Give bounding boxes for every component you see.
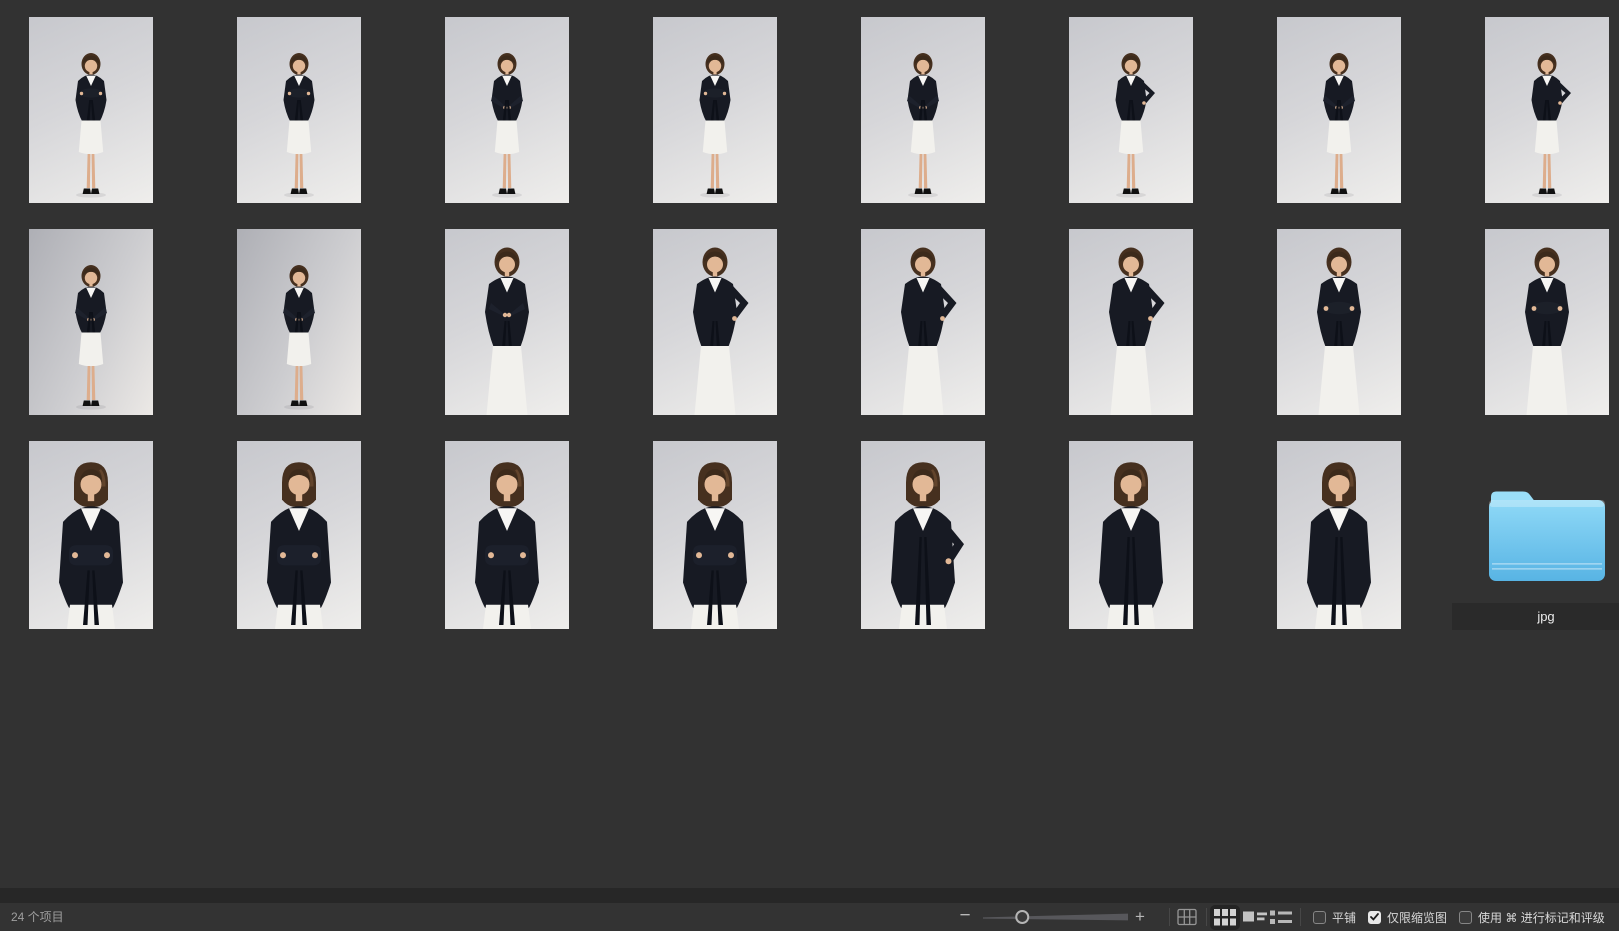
photo-thumbnail[interactable]	[1069, 441, 1193, 629]
photo-thumbnail[interactable]	[445, 441, 569, 629]
cmd-tagging-option[interactable]: 使用 ⌘ 进行标记和评级	[1459, 909, 1605, 926]
divider	[1169, 908, 1170, 926]
cmd-tagging-checkbox[interactable]	[1459, 911, 1472, 924]
portrait-photo	[445, 229, 569, 415]
zoom-in-button[interactable]: +	[1129, 903, 1151, 931]
list-view-icon	[1270, 909, 1293, 926]
slider-track[interactable]	[983, 914, 1128, 921]
photo-browser-window: jpg 24 个项目 − +	[0, 0, 1619, 931]
portrait-photo	[1069, 229, 1193, 415]
tile-checkbox[interactable]	[1313, 911, 1326, 924]
folder-name-label: jpg	[1537, 609, 1554, 624]
portrait-photo	[1277, 441, 1401, 629]
photo-thumbnail[interactable]	[1277, 229, 1401, 415]
portrait-photo	[1485, 229, 1609, 415]
portrait-photo	[861, 17, 985, 203]
photo-thumbnail[interactable]	[445, 229, 569, 415]
portrait-photo	[237, 229, 361, 415]
portrait-photo	[653, 17, 777, 203]
bottom-scroll-strip[interactable]	[0, 888, 1619, 903]
thumbnails-only-option[interactable]: 仅限缩览图	[1368, 909, 1447, 926]
cmd-tagging-checkbox-label[interactable]: 使用 ⌘ 进行标记和评级	[1478, 909, 1605, 926]
folder-item-jpg[interactable]: jpg	[1452, 441, 1619, 631]
table-view-button[interactable]	[1177, 907, 1199, 927]
item-count-label: 24 个项目	[11, 903, 64, 931]
portrait-photo	[1069, 441, 1193, 629]
thumbnails-view-button[interactable]	[1210, 905, 1240, 930]
thumbnails-only-checkbox[interactable]	[1368, 911, 1381, 924]
photo-thumbnail[interactable]	[29, 17, 153, 203]
portrait-photo	[1069, 17, 1193, 203]
table-grid-view-icon	[1177, 908, 1197, 926]
thumbnail-size-slider[interactable]	[983, 909, 1128, 925]
portrait-photo	[445, 17, 569, 203]
photo-thumbnail[interactable]	[1485, 229, 1609, 415]
portrait-photo	[653, 229, 777, 415]
option-checkboxes: 平铺 仅限缩览图 使用 ⌘ 进行标记和评级	[1313, 903, 1605, 931]
zoom-out-button[interactable]: −	[954, 903, 976, 931]
details-view-button[interactable]	[1243, 907, 1269, 927]
portrait-photo	[29, 229, 153, 415]
thumbnails-only-checkbox-label[interactable]: 仅限缩览图	[1387, 909, 1447, 926]
thumbnail-grid: jpg	[0, 0, 1619, 888]
photo-thumbnail[interactable]	[861, 17, 985, 203]
photo-thumbnail[interactable]	[29, 229, 153, 415]
portrait-photo	[653, 441, 777, 629]
portrait-photo	[861, 229, 985, 415]
photo-thumbnail[interactable]	[861, 229, 985, 415]
portrait-photo	[861, 441, 985, 629]
tile-checkbox-label[interactable]: 平铺	[1332, 909, 1356, 926]
folder-icon	[1487, 487, 1607, 583]
portrait-photo	[1277, 229, 1401, 415]
portrait-photo	[29, 17, 153, 203]
portrait-photo	[29, 441, 153, 629]
photo-thumbnail[interactable]	[861, 441, 985, 629]
photo-thumbnail[interactable]	[1069, 229, 1193, 415]
photo-thumbnail[interactable]	[653, 229, 777, 415]
status-bar: 24 个项目 − +	[0, 903, 1619, 931]
portrait-photo	[445, 441, 569, 629]
photo-thumbnail[interactable]	[237, 17, 361, 203]
photo-thumbnail[interactable]	[653, 441, 777, 629]
tile-option[interactable]: 平铺	[1313, 909, 1356, 926]
photo-thumbnail[interactable]	[1277, 441, 1401, 629]
divider	[1206, 908, 1207, 926]
folder-label-bar: jpg	[1452, 603, 1619, 630]
thumbnail-grid-view-icon	[1214, 909, 1236, 926]
list-view-button[interactable]	[1270, 907, 1294, 927]
photo-thumbnail[interactable]	[1485, 17, 1609, 203]
portrait-photo	[1485, 17, 1609, 203]
photo-thumbnail[interactable]	[237, 441, 361, 629]
portrait-photo	[237, 441, 361, 629]
photo-thumbnail[interactable]	[29, 441, 153, 629]
photo-thumbnail[interactable]	[1069, 17, 1193, 203]
portrait-photo	[1277, 17, 1401, 203]
divider	[1300, 908, 1301, 926]
slider-knob[interactable]	[1016, 911, 1028, 923]
photo-thumbnail[interactable]	[445, 17, 569, 203]
portrait-photo	[237, 17, 361, 203]
photo-thumbnail[interactable]	[653, 17, 777, 203]
check-icon	[1370, 913, 1379, 921]
thumbnail-details-view-icon	[1243, 909, 1268, 925]
photo-thumbnail[interactable]	[1277, 17, 1401, 203]
photo-thumbnail[interactable]	[237, 229, 361, 415]
